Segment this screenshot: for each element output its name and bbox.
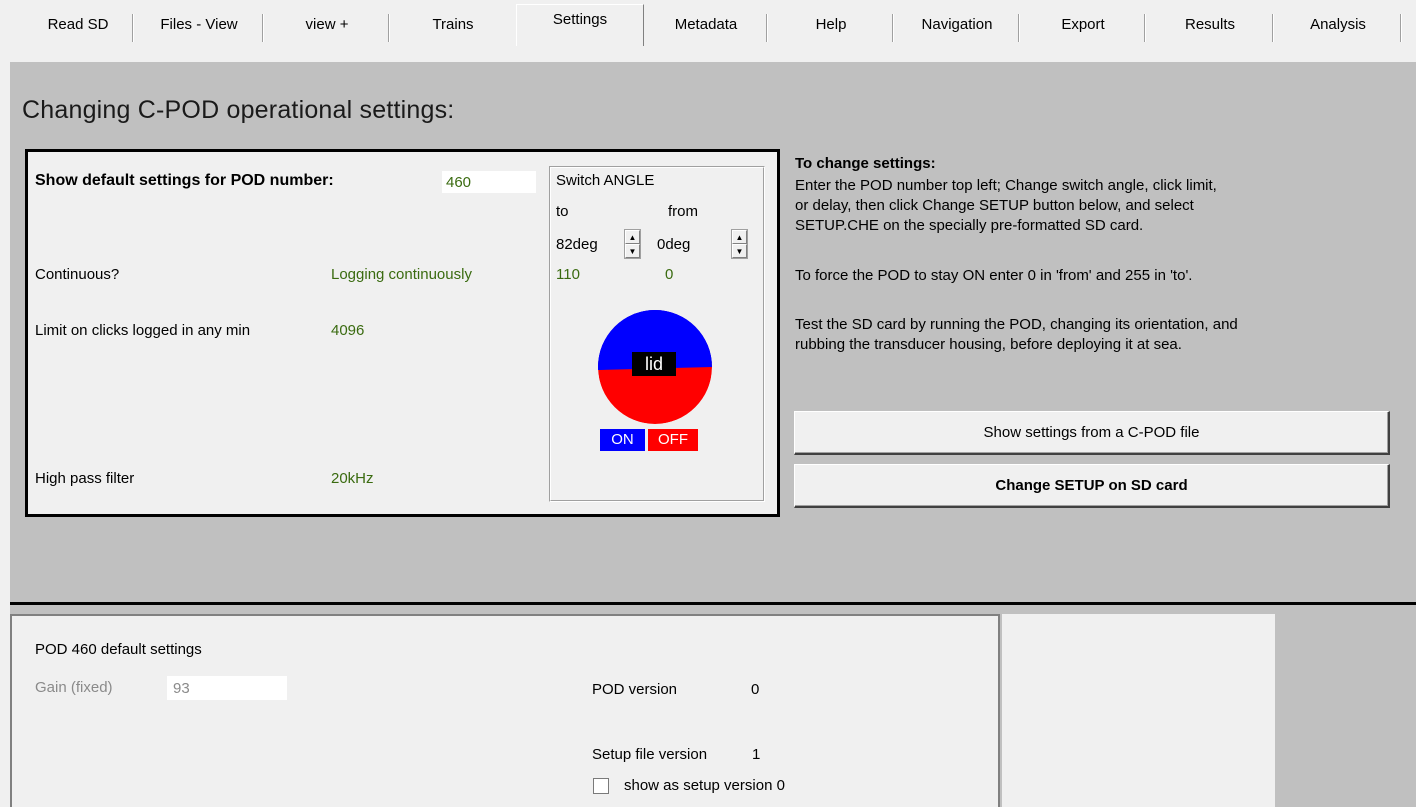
tab-label: view +: [305, 16, 349, 33]
high-pass-filter-label: High pass filter: [35, 470, 135, 487]
pod-version-value: 0: [751, 681, 760, 698]
switch-from-label: from: [668, 203, 698, 220]
change-setup-button[interactable]: Change SETUP on SD card: [794, 464, 1390, 508]
high-pass-filter-value[interactable]: 20kHz: [331, 470, 374, 487]
pod-number-label: Show default settings for POD number:: [35, 172, 334, 189]
tab-results[interactable]: Results: [1146, 10, 1274, 46]
pod-defaults-title: POD 460 default settings: [35, 641, 202, 658]
gain-label: Gain (fixed): [35, 679, 113, 696]
blank-panel: [1002, 614, 1275, 807]
switch-to-degrees: 82deg: [556, 236, 598, 253]
tab-label: Settings: [552, 11, 608, 28]
tab-label: Analysis: [1310, 16, 1366, 33]
show-settings-button[interactable]: Show settings from a C-POD file: [794, 411, 1390, 455]
instructions-line: Test the SD card by running the POD, cha…: [795, 316, 1238, 333]
setup-version-checkbox-label[interactable]: show as setup version 0: [624, 777, 785, 794]
spin-down-icon[interactable]: ▼: [732, 244, 747, 258]
switch-angle-title: Switch ANGLE: [556, 172, 655, 189]
tab-trains[interactable]: Trains: [390, 10, 516, 46]
tab-settings[interactable]: Settings: [516, 4, 644, 46]
tab-label: Help: [815, 16, 847, 33]
setup-version-checkbox[interactable]: [593, 778, 609, 794]
tab-label: Export: [1061, 16, 1105, 33]
off-legend: OFF: [648, 429, 698, 451]
tab-help[interactable]: Help: [768, 10, 894, 46]
switch-from-value[interactable]: 0: [665, 266, 673, 283]
tab-read-sd[interactable]: Read SD: [22, 10, 134, 46]
tab-label: Files - View: [160, 16, 238, 33]
instructions-line: or delay, then click Change SETUP button…: [795, 197, 1194, 214]
tab-files-view[interactable]: Files - View: [134, 10, 264, 46]
tab-metadata[interactable]: Metadata: [644, 10, 768, 46]
spin-up-icon[interactable]: ▲: [625, 230, 640, 244]
lid-label: lid: [632, 352, 676, 376]
instructions-line: rubbing the transducer housing, before d…: [795, 336, 1182, 353]
instructions-line: To force the POD to stay ON enter 0 in '…: [795, 267, 1193, 284]
on-legend: ON: [600, 429, 645, 451]
setup-version-label: Setup file version: [592, 746, 708, 763]
instructions-title: To change settings:: [795, 155, 936, 172]
switch-from-spinner[interactable]: ▲ ▼: [731, 229, 748, 259]
page-title: Changing C-POD operational settings:: [22, 96, 455, 124]
switch-from-degrees: 0deg: [657, 236, 691, 253]
click-limit-value[interactable]: 4096: [331, 322, 364, 339]
tab-label: Trains: [432, 16, 474, 33]
switch-to-spinner[interactable]: ▲ ▼: [624, 229, 641, 259]
instructions-line: Enter the POD number top left; Change sw…: [795, 177, 1217, 194]
switch-to-value[interactable]: 110: [556, 266, 580, 283]
tab-label: Read SD: [47, 16, 109, 33]
tab-label: Results: [1184, 16, 1236, 33]
continuous-label: Continuous?: [35, 266, 120, 283]
tab-strip: Read SD Files - View view + Trains Setti…: [0, 0, 1416, 46]
click-limit-label: Limit on clicks logged in any min: [35, 322, 251, 339]
tab-label: Navigation: [921, 16, 993, 33]
switch-to-label: to: [556, 203, 569, 220]
continuous-value[interactable]: Logging continuously: [331, 266, 472, 283]
spin-up-icon[interactable]: ▲: [732, 230, 747, 244]
setup-version-value: 1: [752, 746, 761, 763]
tab-analysis[interactable]: Analysis: [1274, 10, 1402, 46]
spin-down-icon[interactable]: ▼: [625, 244, 640, 258]
pod-version-label: POD version: [592, 681, 678, 698]
instructions-line: SETUP.CHE on the specially pre-formatted…: [795, 217, 1144, 234]
gain-field[interactable]: [167, 676, 287, 700]
tab-view-plus[interactable]: view +: [264, 10, 390, 46]
tab-navigation[interactable]: Navigation: [894, 10, 1020, 46]
tab-export[interactable]: Export: [1020, 10, 1146, 46]
pod-number-input[interactable]: [442, 171, 536, 193]
tab-label: Metadata: [674, 16, 738, 33]
